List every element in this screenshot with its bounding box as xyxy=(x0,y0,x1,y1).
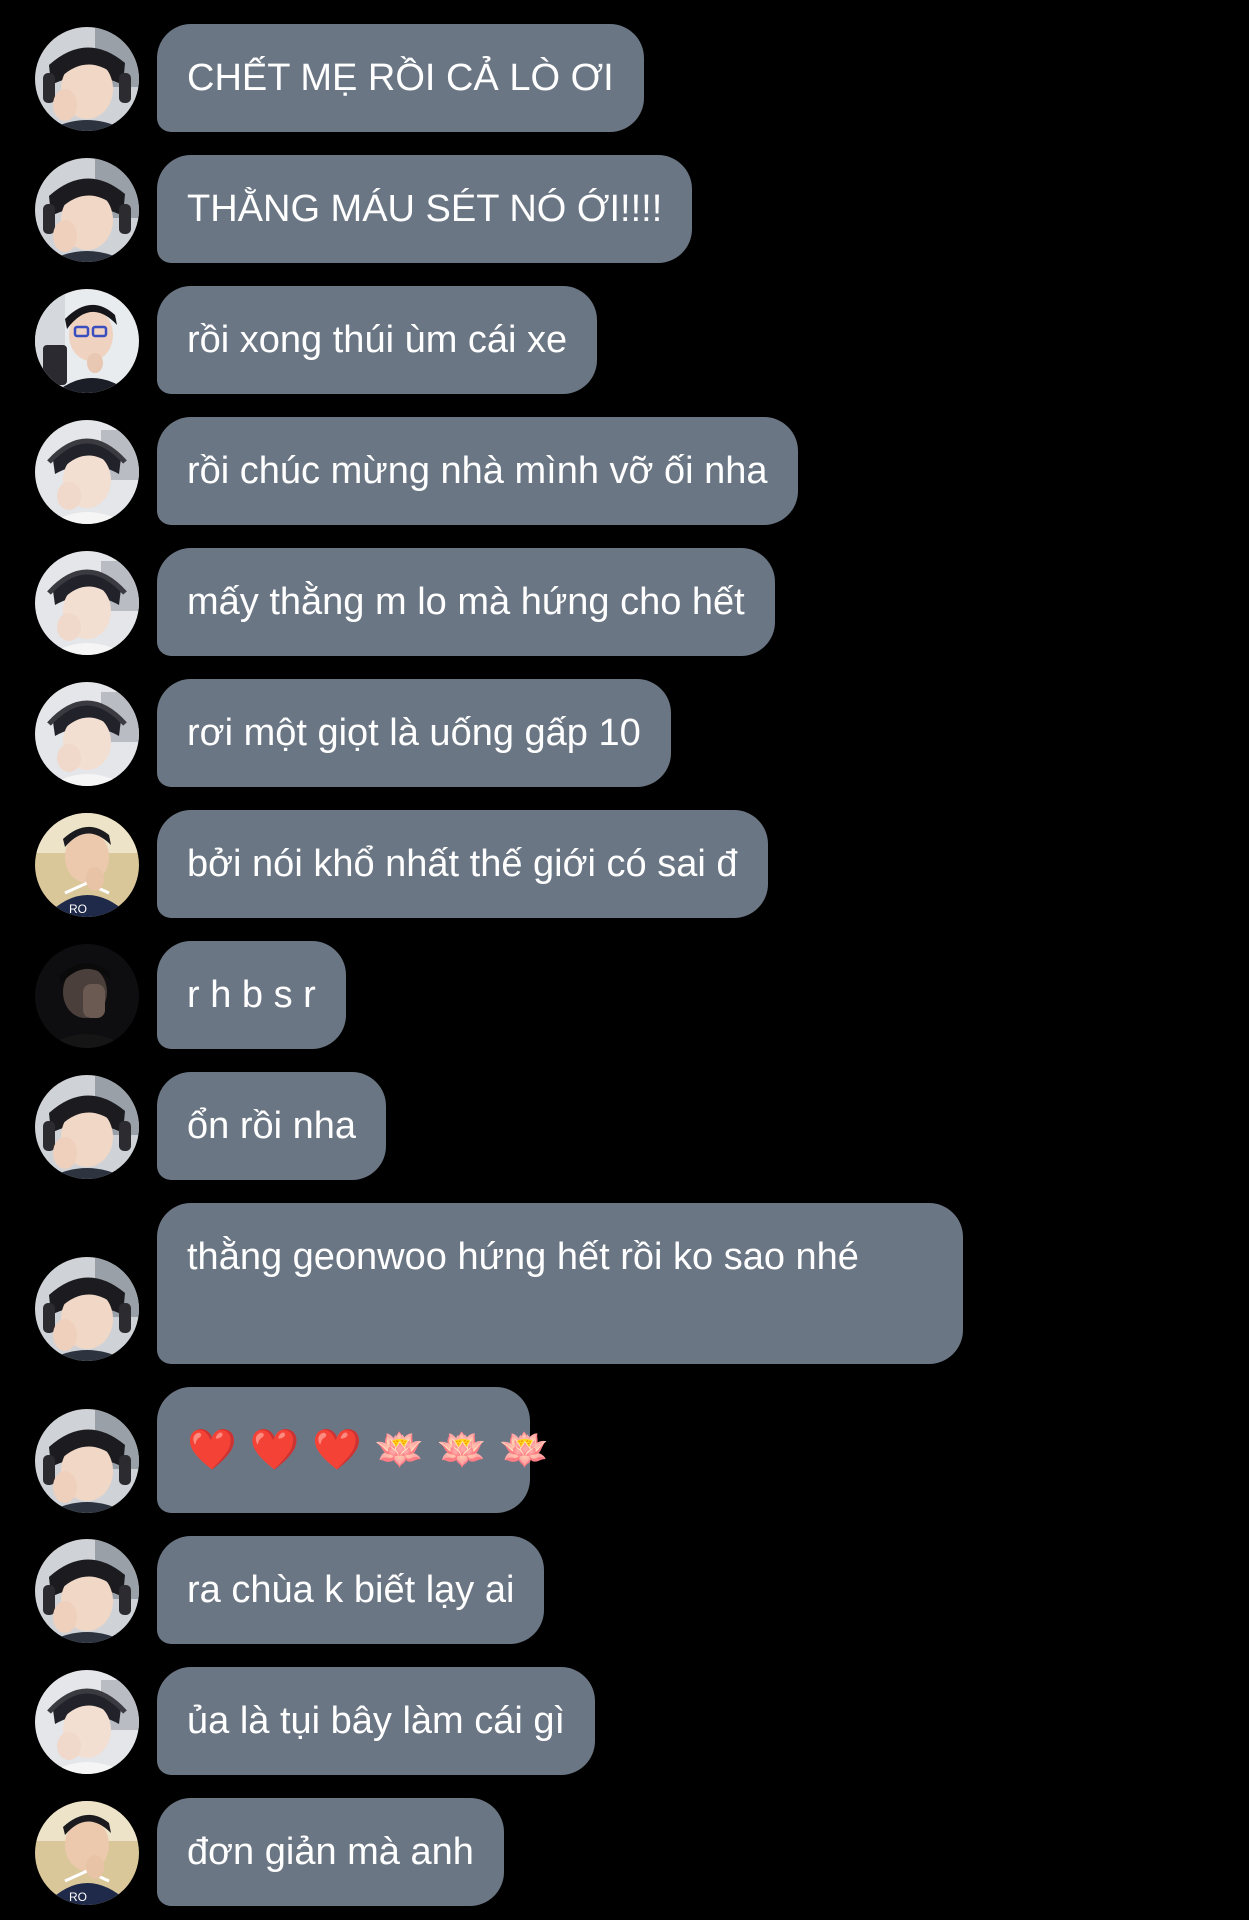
avatar[interactable] xyxy=(35,551,139,655)
message-row: rồi chúc mừng nhà mình vỡ ối nha xyxy=(0,417,1249,525)
avatar-photo-icon xyxy=(35,1257,139,1361)
chat-message-list[interactable]: CHẾT MẸ RỒI CẢ LÒ ƠI THẰNG MÁU SÉT NÓ ỚI… xyxy=(0,0,1249,1920)
avatar[interactable] xyxy=(35,27,139,131)
message-bubble[interactable]: thằng geonwoo hứng hết rồi ko sao nhé xyxy=(157,1203,963,1364)
message-row: RO đơn giản mà anh xyxy=(0,1798,1249,1906)
message-row: CHẾT MẸ RỒI CẢ LÒ ƠI xyxy=(0,24,1249,132)
message-row: rồi xong thúi ùm cái xe xyxy=(0,286,1249,394)
message-bubble[interactable]: bởi nói khổ nhất thế giới có sai đ xyxy=(157,810,768,918)
avatar-photo-icon xyxy=(35,682,139,786)
avatar-photo-icon xyxy=(35,289,139,393)
avatar[interactable]: RO xyxy=(35,1801,139,1905)
avatar-photo-icon xyxy=(35,27,139,131)
avatar[interactable] xyxy=(35,944,139,1048)
message-row: ổn rồi nha xyxy=(0,1072,1249,1180)
svg-text:RO: RO xyxy=(69,1890,87,1904)
message-row: ủa là tụi bây làm cái gì xyxy=(0,1667,1249,1775)
avatar-photo-icon: RO xyxy=(35,813,139,917)
message-row: mấy thằng m lo mà hứng cho hết xyxy=(0,548,1249,656)
message-bubble[interactable]: đơn giản mà anh xyxy=(157,1798,504,1906)
avatar[interactable] xyxy=(35,1670,139,1774)
avatar[interactable] xyxy=(35,1409,139,1513)
message-bubble[interactable]: ❤️ ❤️ ❤️ 🪷 🪷 🪷 xyxy=(157,1387,549,1513)
avatar-photo-icon xyxy=(35,158,139,262)
message-row: RO bởi nói khổ nhất thế giới có sai đ xyxy=(0,810,1249,918)
avatar[interactable] xyxy=(35,1539,139,1643)
message-row: THẰNG MÁU SÉT NÓ ỚI!!!! xyxy=(0,155,1249,263)
message-bubble[interactable]: mấy thằng m lo mà hứng cho hết xyxy=(157,548,775,656)
message-bubble[interactable]: ra chùa k biết lạy ai xyxy=(157,1536,545,1644)
avatar-photo-icon xyxy=(35,551,139,655)
message-bubble[interactable]: rồi chúc mừng nhà mình vỡ ối nha xyxy=(157,417,798,525)
avatar[interactable] xyxy=(35,682,139,786)
avatar-photo-icon xyxy=(35,1075,139,1179)
avatar[interactable] xyxy=(35,1075,139,1179)
avatar[interactable]: RO xyxy=(35,813,139,917)
svg-text:RO: RO xyxy=(69,902,87,916)
message-bubble[interactable]: CHẾT MẸ RỒI CẢ LÒ ƠI xyxy=(157,24,644,132)
avatar[interactable] xyxy=(35,420,139,524)
message-bubble[interactable]: ủa là tụi bây làm cái gì xyxy=(157,1667,596,1775)
avatar[interactable] xyxy=(35,158,139,262)
message-bubble[interactable]: THẰNG MÁU SÉT NÓ ỚI!!!! xyxy=(157,155,693,263)
avatar[interactable] xyxy=(35,1257,139,1361)
avatar[interactable] xyxy=(35,289,139,393)
message-bubble[interactable]: rơi một giọt là uống gấp 10 xyxy=(157,679,671,787)
avatar-photo-icon xyxy=(35,420,139,524)
message-bubble[interactable]: rồi xong thúi ùm cái xe xyxy=(157,286,598,394)
avatar-photo-icon: RO xyxy=(35,1801,139,1905)
message-row: r h b s r xyxy=(0,941,1249,1049)
avatar-photo-icon xyxy=(35,944,139,1048)
avatar-photo-icon xyxy=(35,1670,139,1774)
message-bubble[interactable]: ổn rồi nha xyxy=(157,1072,387,1180)
message-bubble[interactable]: r h b s r xyxy=(157,941,346,1049)
avatar-photo-icon xyxy=(35,1539,139,1643)
message-row: ❤️ ❤️ ❤️ 🪷 🪷 🪷 xyxy=(0,1387,1249,1513)
avatar-photo-icon xyxy=(35,1409,139,1513)
message-row: thằng geonwoo hứng hết rồi ko sao nhé xyxy=(0,1203,1249,1364)
message-row: rơi một giọt là uống gấp 10 xyxy=(0,679,1249,787)
message-row: ra chùa k biết lạy ai xyxy=(0,1536,1249,1644)
